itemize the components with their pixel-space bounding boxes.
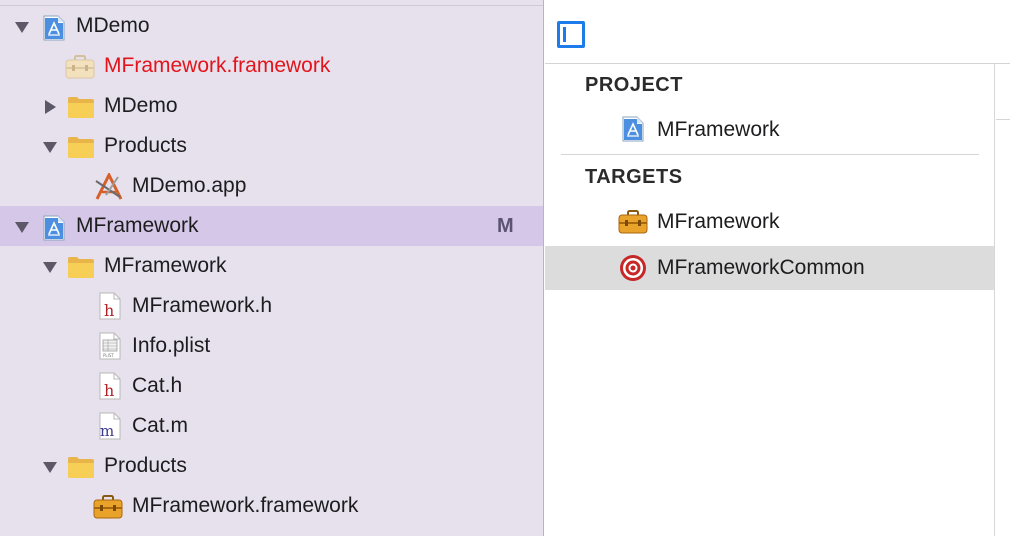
targets-section-header: TARGETS: [585, 166, 683, 188]
navigator-item-mdemo-folder[interactable]: MDemo: [0, 86, 543, 126]
navigator-item-label: MDemo: [76, 14, 150, 37]
navigator-item-framework-product[interactable]: MFramework.framework: [0, 486, 543, 526]
navigator-item-mframework-folder[interactable]: MFramework: [0, 246, 543, 286]
app-icon: [94, 173, 122, 199]
editor-top-bar: [545, 0, 1010, 64]
target-bullseye-icon: [619, 254, 647, 280]
navigator-item-label: Cat.m: [132, 414, 189, 437]
header-file-icon: [98, 292, 126, 318]
folder-icon: [67, 135, 95, 161]
project-targets-list: PROJECT MFramework TARGETS MFramework MF…: [545, 64, 995, 536]
navigator-item-label: MDemo: [104, 94, 178, 117]
disclosure-expanded-icon[interactable]: [14, 219, 30, 235]
plist-file-icon: [98, 332, 126, 358]
navigator-item-products-folder[interactable]: Products: [0, 446, 543, 486]
target-item-label: MFramework: [657, 210, 780, 233]
navigator-item-products-folder[interactable]: Products: [0, 126, 543, 166]
navigator-item-label: Info.plist: [132, 334, 211, 357]
folder-icon: [67, 255, 95, 281]
folder-icon: [67, 455, 95, 481]
navigator-item-cat-implementation[interactable]: Cat.m: [0, 406, 543, 446]
navigator-item-info-plist[interactable]: Info.plist: [0, 326, 543, 366]
disclosure-expanded-icon[interactable]: [14, 19, 30, 35]
disclosure-collapsed-icon[interactable]: [42, 99, 58, 115]
framework-icon: [92, 494, 120, 520]
disclosure-expanded-icon[interactable]: [42, 139, 58, 155]
navigator-item-label: MFramework.h: [132, 294, 273, 317]
folder-icon: [67, 95, 95, 121]
navigator-item-framework-reference[interactable]: MFramework.framework: [0, 46, 543, 86]
framework-target-icon: [617, 209, 645, 235]
xcode-project-icon: [40, 14, 68, 40]
project-section-header: PROJECT: [585, 74, 683, 96]
objc-file-icon: [98, 412, 126, 438]
navigator-item-label: MFramework.framework: [132, 494, 359, 517]
target-item-mframeworkcommon[interactable]: MFrameworkCommon: [545, 246, 994, 290]
source-control-modified-badge: M: [497, 215, 514, 237]
navigator-item-cat-header[interactable]: Cat.h: [0, 366, 543, 406]
project-item-mframework[interactable]: MFramework: [545, 108, 994, 152]
xcode-project-icon: [619, 115, 647, 141]
navigator-item-label: MFramework: [104, 254, 227, 277]
target-item-mframework[interactable]: MFramework: [545, 200, 994, 244]
disclosure-expanded-icon[interactable]: [42, 259, 58, 275]
project-item-label: MFramework: [657, 118, 780, 141]
divider: [561, 154, 979, 155]
navigator-item-label: Cat.h: [132, 374, 183, 397]
framework-missing-icon: [64, 54, 92, 80]
target-item-label: MFrameworkCommon: [657, 256, 865, 279]
xcode-project-icon: [40, 214, 68, 240]
divider: [996, 119, 1010, 120]
disclosure-expanded-icon[interactable]: [42, 459, 58, 475]
navigator-item-label: MFramework.framework: [104, 54, 331, 77]
sidebar-toggle-icon[interactable]: [557, 21, 585, 48]
navigator-item-mframework-project[interactable]: MFramework M: [0, 206, 543, 246]
navigator-item-label: Products: [104, 134, 187, 157]
navigator-item-mframework-header[interactable]: MFramework.h: [0, 286, 543, 326]
navigator-item-label: Products: [104, 454, 187, 477]
navigator-item-label: MFramework: [76, 214, 199, 237]
navigator-item-label: MDemo.app: [132, 174, 247, 197]
navigator-item-mdemo-app[interactable]: MDemo.app: [0, 166, 543, 206]
header-file-icon: [98, 372, 126, 398]
navigator-item-mdemo-project[interactable]: MDemo: [0, 6, 543, 46]
project-navigator: MDemo MFramework.framework MDemo Product…: [0, 0, 544, 536]
